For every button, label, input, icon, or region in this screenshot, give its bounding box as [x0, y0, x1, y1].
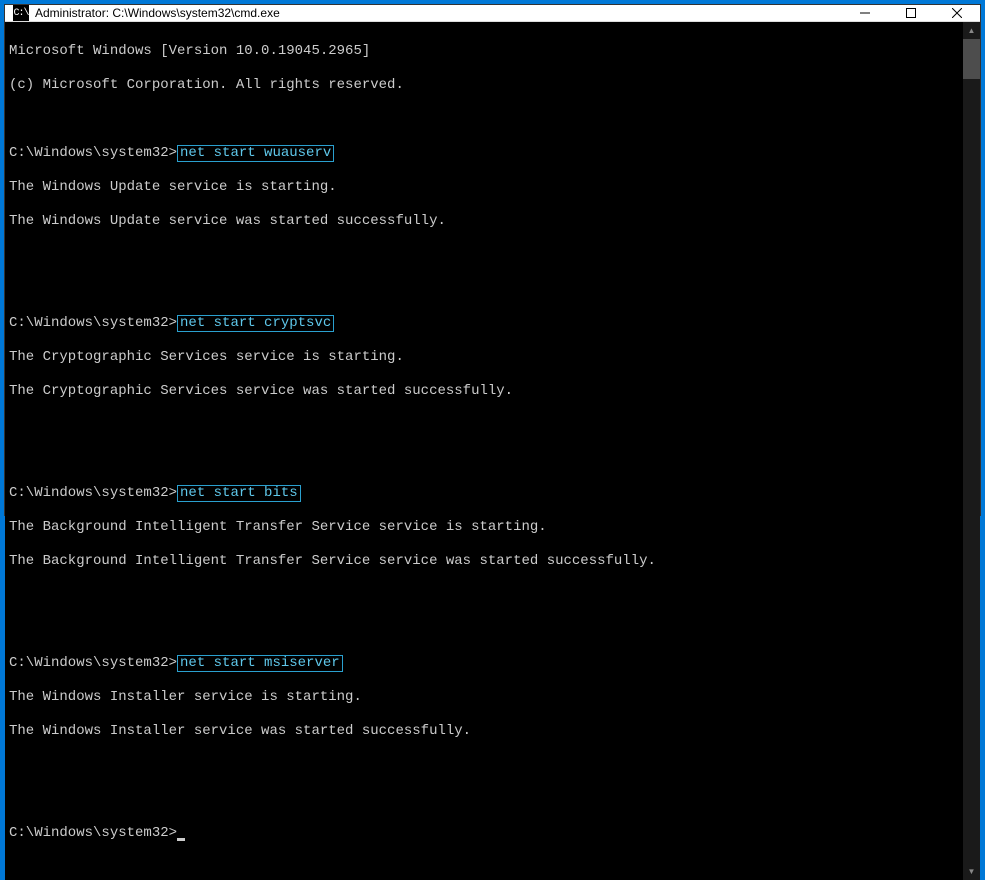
blank-line [9, 587, 959, 604]
close-button[interactable] [934, 5, 980, 21]
cursor [177, 838, 185, 841]
output-line: The Background Intelligent Transfer Serv… [9, 519, 959, 536]
command-highlight: net start cryptsvc [177, 315, 334, 332]
header-line: (c) Microsoft Corporation. All rights re… [9, 77, 959, 94]
output-line: The Cryptographic Services service was s… [9, 383, 959, 400]
current-prompt-line[interactable]: C:\Windows\system32> [9, 825, 959, 842]
output-line: The Cryptographic Services service is st… [9, 349, 959, 366]
maximize-icon [906, 8, 916, 18]
command-line: C:\Windows\system32>net start wuauserv [9, 145, 959, 162]
window-title: Administrator: C:\Windows\system32\cmd.e… [35, 6, 842, 20]
window-controls [842, 5, 980, 21]
command-highlight: net start msiserver [177, 655, 343, 672]
scroll-up-arrow-icon[interactable]: ▲ [963, 22, 980, 39]
prompt: C:\Windows\system32> [9, 315, 177, 331]
output-line: The Windows Installer service was starte… [9, 723, 959, 740]
blank-line [9, 111, 959, 128]
prompt: C:\Windows\system32> [9, 145, 177, 161]
prompt: C:\Windows\system32> [9, 655, 177, 671]
blank-line [9, 757, 959, 774]
command-line: C:\Windows\system32>net start msiserver [9, 655, 959, 672]
scroll-down-arrow-icon[interactable]: ▼ [963, 863, 980, 880]
prompt: C:\Windows\system32> [9, 485, 177, 501]
blank-line [9, 417, 959, 434]
output-line: The Windows Installer service is startin… [9, 689, 959, 706]
blank-line [9, 281, 959, 298]
vertical-scrollbar[interactable]: ▲ ▼ [963, 22, 980, 880]
cmd-window: C:\ Administrator: C:\Windows\system32\c… [4, 4, 981, 516]
output-line: The Windows Update service is starting. [9, 179, 959, 196]
command-highlight: net start wuauserv [177, 145, 334, 162]
header-line: Microsoft Windows [Version 10.0.19045.29… [9, 43, 959, 60]
terminal-area: Microsoft Windows [Version 10.0.19045.29… [5, 22, 980, 880]
output-line: The Windows Update service was started s… [9, 213, 959, 230]
output-line: The Background Intelligent Transfer Serv… [9, 553, 959, 570]
prompt: C:\Windows\system32> [9, 825, 177, 841]
close-icon [952, 8, 962, 18]
minimize-button[interactable] [842, 5, 888, 21]
cmd-icon: C:\ [13, 5, 29, 21]
titlebar[interactable]: C:\ Administrator: C:\Windows\system32\c… [5, 5, 980, 22]
blank-line [9, 621, 959, 638]
command-line: C:\Windows\system32>net start cryptsvc [9, 315, 959, 332]
terminal-output[interactable]: Microsoft Windows [Version 10.0.19045.29… [5, 22, 963, 880]
blank-line [9, 451, 959, 468]
maximize-button[interactable] [888, 5, 934, 21]
blank-line [9, 791, 959, 808]
minimize-icon [860, 8, 870, 18]
scrollbar-thumb[interactable] [963, 39, 980, 79]
blank-line [9, 247, 959, 264]
command-highlight: net start bits [177, 485, 301, 502]
command-line: C:\Windows\system32>net start bits [9, 485, 959, 502]
